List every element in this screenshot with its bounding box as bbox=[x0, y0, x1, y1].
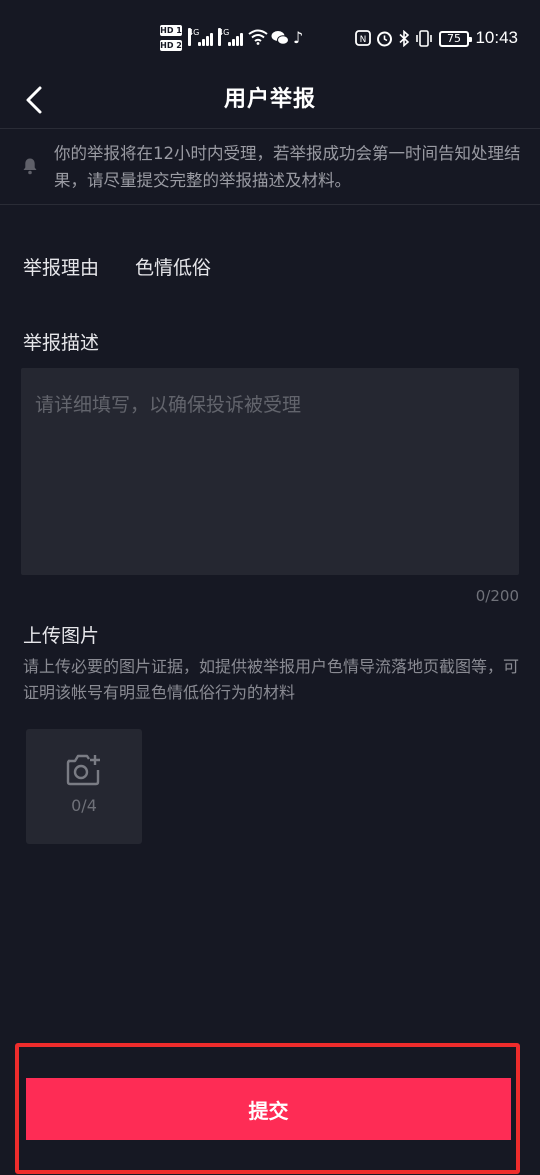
wechat-icon bbox=[271, 31, 289, 45]
camera-add-icon bbox=[66, 754, 100, 786]
header: 用户举报 bbox=[0, 74, 540, 128]
nfc-icon: N bbox=[355, 30, 371, 46]
upload-hint: 请上传必要的图片证据，如提供被举报用户色情导流落地页截图等，可证明该帐号有明显色… bbox=[23, 657, 520, 702]
signal-icon: 4G bbox=[188, 28, 214, 46]
upload-label: 上传图片 bbox=[23, 625, 100, 647]
vibrate-icon bbox=[416, 30, 432, 47]
notice-text: 你的举报将在12小时内受理，若举报成功会第一时间告知处理结果，请尽量提交完整的举… bbox=[54, 144, 521, 190]
svg-text:N: N bbox=[360, 35, 367, 45]
bell-icon bbox=[23, 158, 37, 175]
submit-button[interactable]: 提交 bbox=[26, 1078, 511, 1140]
battery-icon: 75 bbox=[439, 31, 472, 47]
bluetooth-icon bbox=[399, 30, 410, 47]
char-count: 0/200 bbox=[475, 587, 519, 605]
hd-icon: HD 1 HD 2 bbox=[160, 25, 182, 53]
tiktok-icon: ♪ bbox=[293, 28, 304, 47]
status-bar: HD 1 HD 2 4G 4G ♪ N 75 10:43 bbox=[0, 0, 540, 74]
upload-count: 0/4 bbox=[71, 796, 97, 815]
description-label: 举报描述 bbox=[23, 332, 100, 354]
alarm-icon bbox=[377, 31, 392, 47]
network-type-label: 4G bbox=[218, 28, 229, 46]
hd1-badge: HD 1 bbox=[160, 25, 182, 36]
divider bbox=[0, 204, 540, 205]
clock: 10:43 bbox=[475, 28, 518, 47]
description-input[interactable] bbox=[21, 368, 519, 575]
notice-banner: 你的举报将在12小时内受理，若举报成功会第一时间告知处理结果，请尽量提交完整的举… bbox=[0, 129, 540, 204]
reason-label: 举报理由 bbox=[23, 257, 100, 279]
reason-value: 色情低俗 bbox=[135, 257, 212, 279]
signal-icon: 4G bbox=[218, 28, 244, 46]
upload-image-button[interactable]: 0/4 bbox=[26, 729, 142, 844]
hd2-badge: HD 2 bbox=[160, 40, 182, 51]
wifi-icon bbox=[248, 29, 268, 45]
page-title: 用户举报 bbox=[223, 87, 316, 112]
network-type-label: 4G bbox=[188, 28, 199, 46]
